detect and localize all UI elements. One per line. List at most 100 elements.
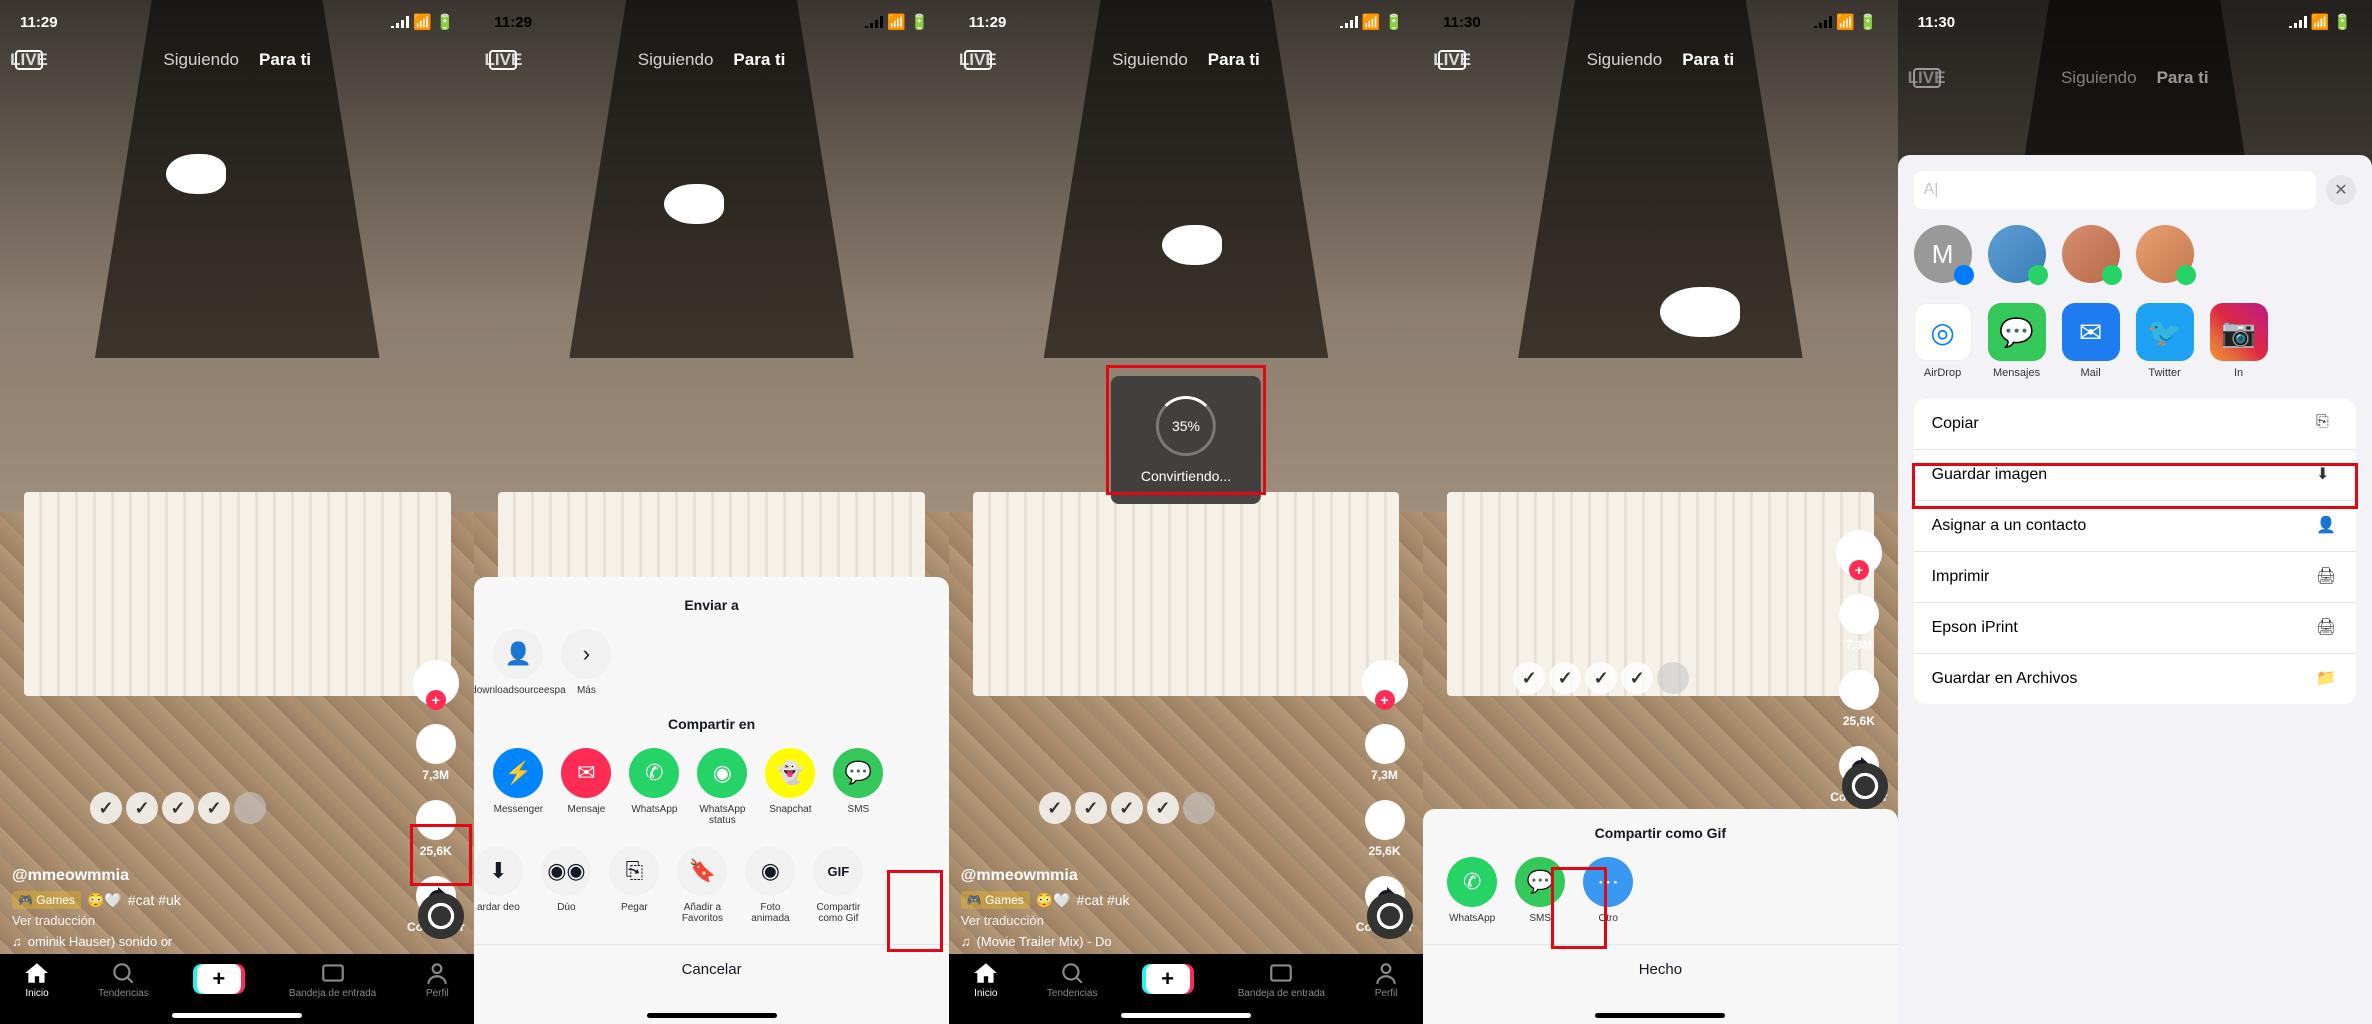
music-disc[interactable] [1367, 893, 1413, 939]
tab-following[interactable]: Siguiendo [1112, 50, 1188, 70]
epson-action[interactable]: Epson iPrint🖨 [1914, 603, 2356, 654]
contact-item[interactable]: 👤 downloadsourceespa [489, 629, 547, 696]
whatsapp-item[interactable]: ✆WhatsApp [625, 748, 683, 826]
whatsapp-status-item[interactable]: ◉WhatsApp status [693, 748, 751, 826]
copiar-action[interactable]: Copiar⎘ [1914, 399, 2356, 450]
follow-plus-icon[interactable]: + [426, 690, 446, 710]
contact-m[interactable]: M [1914, 225, 1972, 283]
nav-create[interactable]: + [1146, 964, 1190, 994]
translate-link[interactable]: Ver traducción [961, 913, 1343, 928]
home-indicator[interactable] [1121, 1013, 1251, 1018]
done-button[interactable]: Hecho [1423, 944, 1897, 994]
tab-for-you[interactable]: Para ti [733, 50, 785, 70]
cancel-button[interactable]: Cancelar [474, 944, 948, 994]
translate-link[interactable]: Ver traducción [12, 913, 394, 928]
snapchat-icon: 👻 [765, 748, 815, 798]
live-icon[interactable]: LIVE [489, 50, 517, 70]
phone-screen-1: 11:29 📶 🔋 LIVE Siguiendo Para ti + ♥ 7,3… [0, 0, 474, 1024]
tab-for-you[interactable]: Para ti [1682, 50, 1734, 70]
phone-screen-2: 11:29 📶 🔋 LIVE Siguiendo Para ti Enviar … [474, 0, 948, 1024]
highlight-gif [887, 870, 943, 952]
tab-following[interactable]: Siguiendo [163, 50, 239, 70]
twitter-app[interactable]: 🐦Twitter [2136, 303, 2194, 379]
foto-animada-item[interactable]: ◉Foto animada [741, 846, 799, 924]
music-disc[interactable] [1842, 763, 1888, 809]
snapchat-item[interactable]: 👻Snapchat [761, 748, 819, 826]
nav-trends[interactable]: Tendencias [1047, 960, 1098, 999]
archivos-action[interactable]: Guardar en Archivos📁 [1914, 654, 2356, 704]
contact-3[interactable] [2062, 225, 2120, 283]
airdrop-app[interactable]: ◎AirDrop [1914, 303, 1972, 379]
tab-for-you[interactable]: Para ti [1208, 50, 1260, 70]
profile-avatar[interactable]: + [413, 660, 459, 706]
nav-profile[interactable]: Perfil [424, 960, 450, 999]
gif-item[interactable]: GIFCompartir como Gif [809, 846, 867, 924]
share-sheet: Enviar a 👤 downloadsourceespa › Más Comp… [474, 577, 948, 1024]
gif-share-title: Compartir como Gif [1423, 825, 1897, 841]
music-info[interactable]: ♫ ominik Hauser) sonido or [12, 934, 394, 949]
like-action[interactable]: ♥7,3M [1839, 594, 1879, 652]
home-indicator[interactable] [1595, 1013, 1725, 1018]
like-action[interactable]: ♥ 7,3M [416, 724, 456, 782]
mensajes-app[interactable]: 💬Mensajes [1988, 303, 2046, 379]
checkmarks: ✓✓✓✓ [1039, 792, 1215, 824]
video-username[interactable]: @mmeowmmia [961, 867, 1343, 885]
messages-icon: 💬 [1988, 303, 2046, 361]
gif-whatsapp-item[interactable]: ✆WhatsApp [1443, 857, 1501, 924]
live-icon[interactable]: LIVE [1438, 50, 1466, 70]
more-contacts[interactable]: › Más [557, 629, 615, 696]
home-indicator[interactable] [172, 1013, 302, 1018]
imprimir-action[interactable]: Imprimir🖨 [1914, 552, 2356, 603]
whatsapp-icon: ✆ [1447, 857, 1497, 907]
follow-plus-icon[interactable]: + [1375, 690, 1395, 710]
profile-avatar[interactable]: + [1362, 660, 1408, 706]
tab-following[interactable]: Siguiendo [1587, 50, 1663, 70]
music-info[interactable]: ♫ (Movie Trailer Mix) - Do [961, 934, 1343, 949]
tab-following[interactable]: Siguiendo [638, 50, 714, 70]
video-username[interactable]: @mmeowmmia [12, 867, 394, 885]
status-icons: 📶 🔋 [2289, 13, 2352, 31]
profile-avatar[interactable]: + [1836, 530, 1882, 576]
nav-create[interactable]: + [197, 964, 241, 994]
like-action[interactable]: ♥7,3M [1365, 724, 1405, 782]
comment-action[interactable]: ⋯25,6K [1365, 800, 1405, 858]
paste-icon: ⎘ [609, 846, 659, 896]
nav-inbox[interactable]: Bandeja de entrada [289, 960, 376, 999]
nav-inbox[interactable]: Bandeja de entrada [1238, 960, 1325, 999]
sms-item[interactable]: 💬SMS [829, 748, 887, 826]
top-nav: LIVE Siguiendo Para ti [0, 50, 474, 70]
live-icon: LIVE [1913, 68, 1941, 88]
messenger-item[interactable]: ⚡Messenger [489, 748, 547, 826]
save-video-item[interactable]: ⬇ardar deo [474, 846, 527, 924]
contact-4[interactable] [2136, 225, 2194, 283]
close-button[interactable]: ✕ [2326, 175, 2356, 205]
whatsapp-badge-icon [2028, 265, 2048, 285]
duo-item[interactable]: ◉◉Dúo [537, 846, 595, 924]
phone-screen-5: 11:30 📶 🔋 LIVE Siguiendo Para ti A| ✕ M … [1898, 0, 2372, 1024]
favoritos-item[interactable]: 🔖Añadir a Favoritos [673, 846, 731, 924]
pegar-item[interactable]: ⎘Pegar [605, 846, 663, 924]
live-icon[interactable]: LIVE [964, 50, 992, 70]
live-photo-icon: ◉ [745, 846, 795, 896]
instagram-app[interactable]: 📷In [2210, 303, 2268, 379]
status-bar: 11:29 📶 🔋 [474, 0, 948, 44]
games-tag[interactable]: 🎮 Games [961, 891, 1030, 909]
nav-home[interactable]: Inicio [24, 960, 50, 999]
nav-home[interactable]: Inicio [973, 960, 999, 999]
nav-trends[interactable]: Tendencias [98, 960, 149, 999]
follow-plus-icon[interactable]: + [1849, 560, 1869, 580]
mail-app[interactable]: ✉Mail [2062, 303, 2120, 379]
status-time: 11:29 [969, 14, 1007, 31]
home-indicator[interactable] [647, 1013, 777, 1018]
gif-icon: GIF [813, 846, 863, 896]
live-icon[interactable]: LIVE [15, 50, 43, 70]
tab-for-you[interactable]: Para ti [259, 50, 311, 70]
mensaje-item[interactable]: ✉Mensaje [557, 748, 615, 826]
comment-action[interactable]: ⋯25,6K [1839, 670, 1879, 728]
nav-profile[interactable]: Perfil [1373, 960, 1399, 999]
video-hashtags: 🎮 Games 😳🤍 #cat #uk [961, 891, 1343, 909]
games-tag[interactable]: 🎮 Games [12, 891, 81, 909]
send-to-title: Enviar a [474, 597, 948, 613]
ios-text-input[interactable]: A| [1914, 171, 2316, 209]
contact-2[interactable] [1988, 225, 2046, 283]
